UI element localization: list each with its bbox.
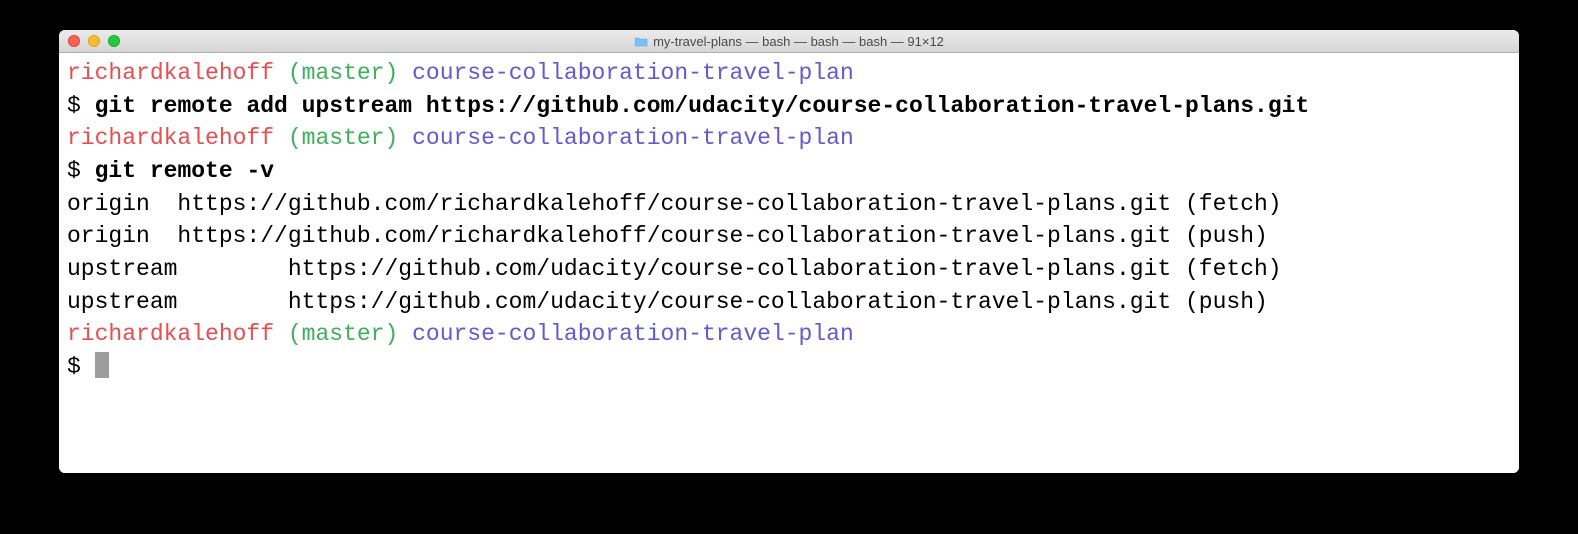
maximize-button[interactable] xyxy=(108,35,120,47)
prompt-branch: (master) xyxy=(288,125,398,151)
prompt-branch: (master) xyxy=(288,321,398,347)
close-button[interactable] xyxy=(68,35,80,47)
prompt-symbol: $ xyxy=(67,354,81,380)
prompt-line: richardkalehoff (master) course-collabor… xyxy=(67,122,1511,155)
prompt-user: richardkalehoff xyxy=(67,125,274,151)
title-content: my-travel-plans — bash — bash — bash — 9… xyxy=(634,34,944,49)
prompt-symbol: $ xyxy=(67,93,81,119)
command-line: $ git remote add upstream https://github… xyxy=(67,90,1511,123)
current-prompt-line: $ xyxy=(67,351,1511,384)
prompt-path: course-collaboration-travel-plan xyxy=(412,321,854,347)
minimize-button[interactable] xyxy=(88,35,100,47)
output-line: origin https://github.com/richardkalehof… xyxy=(67,188,1511,221)
prompt-path: course-collaboration-travel-plan xyxy=(412,125,854,151)
terminal-window: my-travel-plans — bash — bash — bash — 9… xyxy=(59,30,1519,473)
prompt-user: richardkalehoff xyxy=(67,321,274,347)
output-line: upstream https://github.com/udacity/cour… xyxy=(67,253,1511,286)
terminal-body[interactable]: richardkalehoff (master) course-collabor… xyxy=(59,53,1519,473)
prompt-user: richardkalehoff xyxy=(67,60,274,86)
prompt-line: richardkalehoff (master) course-collabor… xyxy=(67,57,1511,90)
titlebar[interactable]: my-travel-plans — bash — bash — bash — 9… xyxy=(59,30,1519,53)
folder-icon xyxy=(634,36,648,47)
prompt-path: course-collaboration-travel-plan xyxy=(412,60,854,86)
command-line: $ git remote -v xyxy=(67,155,1511,188)
command-text: git remote add upstream https://github.c… xyxy=(95,93,1310,119)
prompt-symbol: $ xyxy=(67,158,81,184)
output-line: upstream https://github.com/udacity/cour… xyxy=(67,286,1511,319)
prompt-branch: (master) xyxy=(288,60,398,86)
window-title: my-travel-plans — bash — bash — bash — 9… xyxy=(653,34,944,49)
command-text: git remote -v xyxy=(95,158,274,184)
cursor xyxy=(95,352,109,378)
traffic-lights xyxy=(59,35,120,47)
prompt-line: richardkalehoff (master) course-collabor… xyxy=(67,318,1511,351)
output-line: origin https://github.com/richardkalehof… xyxy=(67,220,1511,253)
